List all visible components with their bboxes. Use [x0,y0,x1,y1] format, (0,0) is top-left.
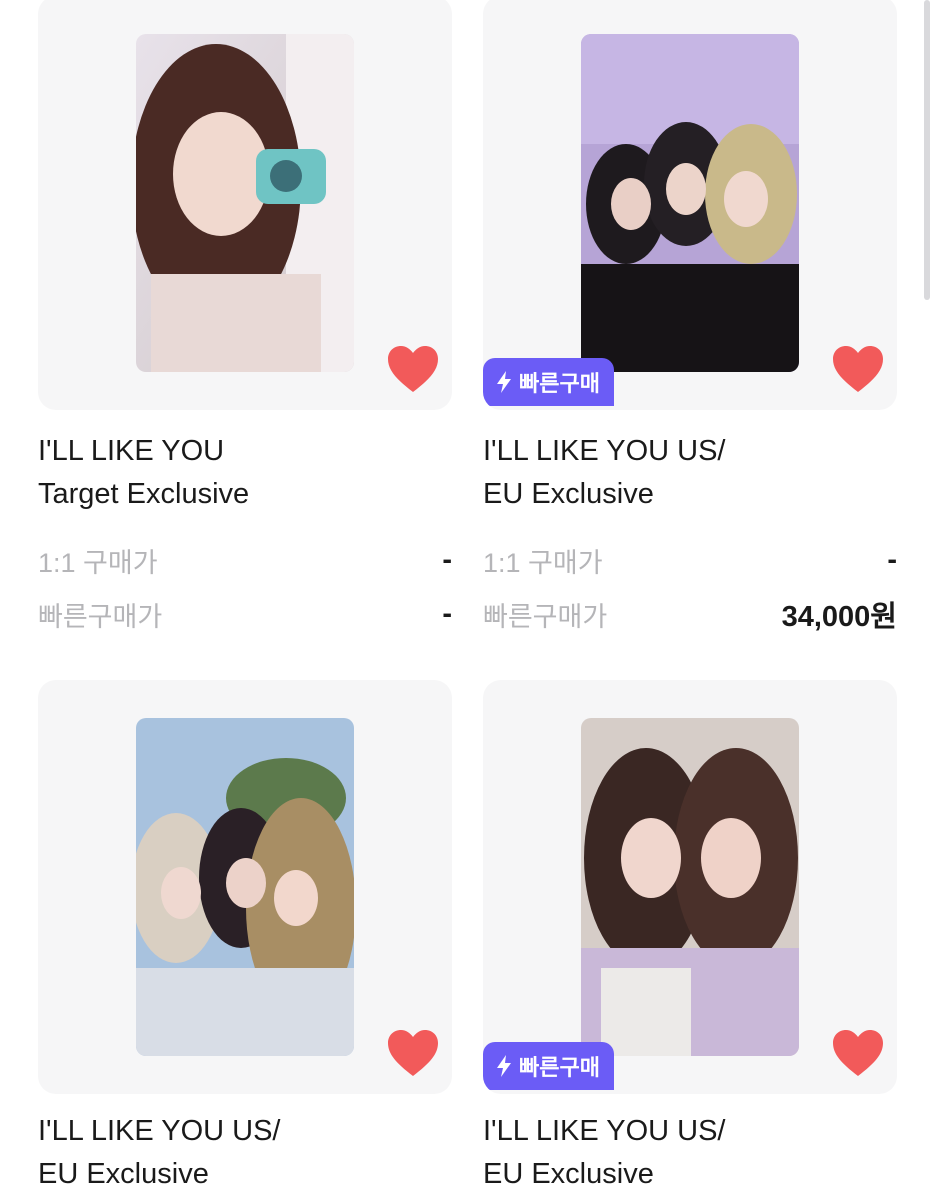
price-label-1to1: 1:1 구매가 [38,547,158,578]
quick-buy-badge-label: 빠른구매 [519,371,600,396]
like-button[interactable] [831,1028,885,1078]
product-thumbnail[interactable] [38,680,452,1094]
heart-icon [833,1030,883,1076]
lightning-icon [497,371,511,393]
product-photo [581,718,799,1056]
product-thumbnail[interactable]: 빠른구매 [483,680,897,1094]
heart-icon [388,1030,438,1076]
product-title-line2: EU Exclusive [483,478,654,510]
like-button[interactable] [386,1028,440,1078]
like-button[interactable] [831,344,885,394]
product-title-line2: Target Exclusive [38,478,250,510]
price-row-1to1: 1:1 구매가 - [38,540,452,580]
product-thumbnail[interactable] [38,0,452,410]
price-row-quick: 빠른구매가 34,000원 [483,594,897,634]
quick-buy-badge: 빠른구매 [483,358,614,406]
heart-icon [388,346,438,392]
lightning-icon [497,1055,511,1077]
price-label-quick: 빠른구매가 [483,601,608,632]
price-value-1to1: - [887,543,897,576]
product-title-line1: I'LL LIKE YOU US/ [38,1115,281,1147]
product-photo [136,718,354,1056]
price-value-quick: - [442,597,452,630]
price-label-1to1: 1:1 구매가 [483,547,603,578]
product-title-line1: I'LL LIKE YOU US/ [483,1115,726,1147]
product-title-line2: EU Exclusive [483,1158,654,1190]
product-photo [136,34,354,372]
product-photo [581,34,799,372]
product-title[interactable]: I'LL LIKE YOU US/ EU Exclusive [483,430,897,516]
scrollbar[interactable] [924,0,930,300]
product-thumbnail[interactable]: 빠른구매 [483,0,897,410]
product-title-line2: EU Exclusive [38,1158,209,1190]
price-value-1to1: - [442,543,452,576]
like-button[interactable] [386,344,440,394]
product-title[interactable]: I'LL LIKE YOU US/ EU Exclusive [483,1110,897,1196]
product-title-line1: I'LL LIKE YOU [38,435,225,467]
quick-buy-badge-label: 빠른구매 [519,1055,600,1080]
price-value-quick: 34,000원 [781,601,897,633]
product-grid: I'LL LIKE YOU Target Exclusive 1:1 구매가 -… [0,0,936,1200]
product-title[interactable]: I'LL LIKE YOU Target Exclusive [38,430,452,516]
product-title-line1: I'LL LIKE YOU US/ [483,435,726,467]
price-row-quick: 빠른구매가 - [38,594,452,634]
price-label-quick: 빠른구매가 [38,601,163,632]
price-row-1to1: 1:1 구매가 - [483,540,897,580]
product-title[interactable]: I'LL LIKE YOU US/ EU Exclusive [38,1110,452,1196]
heart-icon [833,346,883,392]
quick-buy-badge: 빠른구매 [483,1042,614,1090]
